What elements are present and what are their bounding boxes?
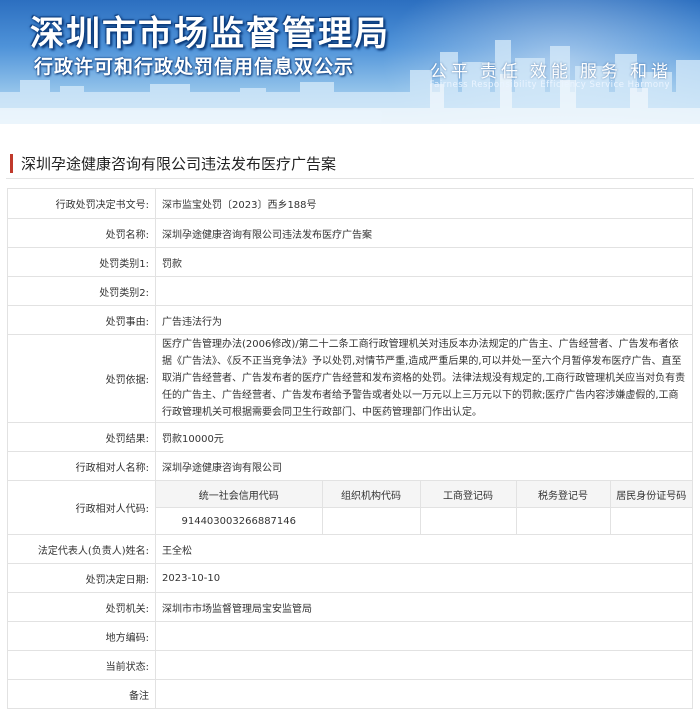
row-result: 处罚结果: 罚款10000元	[7, 422, 693, 452]
value-doc-no: 深市监宝处罚〔2023〕西乡188号	[155, 188, 693, 219]
banner-subtitle: 行政许可和行政处罚信用信息双公示	[34, 56, 355, 78]
label-status: 当前状态:	[7, 650, 156, 680]
banner-values: 公平 责任 效能 服务 和谐	[422, 57, 672, 82]
row-category1: 处罚类别1: 罚款	[7, 247, 693, 277]
header-business-reg-code: 工商登记码	[419, 481, 517, 508]
row-legal-rep: 法定代表人(负责人)姓名: 王全松	[7, 534, 693, 564]
label-category1: 处罚类别1:	[7, 247, 156, 277]
party-code-cell: 统一社会信用代码 组织机构代码 工商登记码 税务登记号 居民身份证号码 9144…	[155, 480, 693, 535]
value-service: 服务	[580, 62, 622, 82]
value-result: 罚款10000元	[155, 422, 693, 452]
banner-title: 深圳市市场监督管理局	[30, 14, 390, 54]
banner-values-english: Fairness Responsibility Efficiency Servi…	[429, 80, 670, 90]
label-local-code: 地方编码:	[7, 621, 156, 651]
label-party-code: 行政相对人代码:	[7, 480, 156, 535]
row-decision-date: 处罚决定日期: 2023-10-10	[7, 563, 693, 593]
label-legal-rep: 法定代表人(负责人)姓名:	[7, 534, 156, 564]
label-category2: 处罚类别2:	[7, 276, 156, 306]
row-reason: 处罚事由: 广告违法行为	[7, 305, 693, 335]
row-remarks: 备注	[7, 679, 693, 709]
value-decision-date: 2023-10-10	[155, 563, 693, 593]
label-party-name: 行政相对人名称:	[7, 451, 156, 481]
row-authority: 处罚机关: 深圳市市场监督管理局宝安监管局	[7, 592, 693, 622]
header-id-card-no: 居民身份证号码	[609, 481, 692, 508]
row-party-code: 行政相对人代码: 统一社会信用代码 组织机构代码 工商登记码 税务登记号 居民身…	[7, 480, 693, 535]
label-remarks: 备注	[7, 679, 156, 709]
party-code-header-row: 统一社会信用代码 组织机构代码 工商登记码 税务登记号 居民身份证号码	[156, 481, 692, 508]
value-status	[155, 650, 693, 680]
header-org-code: 组织机构代码	[321, 481, 421, 508]
label-decision-date: 处罚决定日期:	[7, 563, 156, 593]
row-party-name: 行政相对人名称: 深圳孕途健康咨询有限公司	[7, 451, 693, 481]
header-tax-reg-no: 税务登记号	[515, 481, 611, 508]
label-reason: 处罚事由:	[7, 305, 156, 335]
value-fairness: 公平	[430, 62, 472, 82]
label-basis: 处罚依据:	[7, 334, 156, 423]
label-case-name: 处罚名称:	[7, 218, 156, 248]
label-doc-no: 行政处罚决定书文号:	[7, 188, 156, 219]
row-local-code: 地方编码:	[7, 621, 693, 651]
value-org-code	[321, 507, 421, 534]
value-legal-rep: 王全松	[155, 534, 693, 564]
header-credit-code: 统一社会信用代码	[156, 481, 323, 508]
row-case-name: 处罚名称: 深圳孕途健康咨询有限公司违法发布医疗广告案	[7, 218, 693, 248]
value-local-code	[155, 621, 693, 651]
label-result: 处罚结果:	[7, 422, 156, 452]
value-tax-reg-no	[515, 507, 611, 534]
row-category2: 处罚类别2:	[7, 276, 693, 306]
value-category2	[155, 276, 693, 306]
value-efficiency: 效能	[530, 62, 572, 82]
value-business-reg-code	[419, 507, 517, 534]
value-credit-code: 91440300326688714​6	[156, 507, 323, 534]
site-banner: 深圳市市场监督管理局 行政许可和行政处罚信用信息双公示 公平 责任 效能 服务 和谐 F…	[0, 0, 700, 124]
value-party-name: 深圳孕途健康咨询有限公司	[155, 451, 693, 481]
case-title: 深圳孕途健康咨询有限公司违法发布医疗广告案	[21, 154, 337, 173]
heading-accent-bar	[10, 153, 13, 173]
value-basis: 医疗广告管理办法(2006修改)/第二十二条工商行政管理机关对违反本办法规定的广…	[155, 334, 693, 423]
value-reason: 广告违法行为	[155, 305, 693, 335]
row-basis: 处罚依据: 医疗广告管理办法(2006修改)/第二十二条工商行政管理机关对违反本…	[7, 334, 693, 423]
case-heading: 深圳孕途健康咨询有限公司违法发布医疗广告案	[6, 148, 694, 179]
value-case-name: 深圳孕途健康咨询有限公司违法发布医疗广告案	[155, 218, 693, 248]
label-authority: 处罚机关:	[7, 592, 156, 622]
value-harmony: 和谐	[630, 62, 672, 82]
row-doc-no: 行政处罚决定书文号: 深市监宝处罚〔2023〕西乡188号	[7, 188, 693, 219]
party-code-value-row: 91440300326688714​6	[156, 507, 692, 534]
party-code-subtable: 统一社会信用代码 组织机构代码 工商登记码 税务登记号 居民身份证号码 9144…	[156, 481, 692, 534]
row-status: 当前状态:	[7, 650, 693, 680]
value-id-card-no	[609, 507, 692, 534]
value-responsibility: 责任	[480, 62, 522, 82]
penalty-info-table: 行政处罚决定书文号: 深市监宝处罚〔2023〕西乡188号 处罚名称: 深圳孕途…	[7, 188, 693, 709]
value-remarks	[155, 679, 693, 709]
value-authority: 深圳市市场监督管理局宝安监管局	[155, 592, 693, 622]
value-category1: 罚款	[155, 247, 693, 277]
